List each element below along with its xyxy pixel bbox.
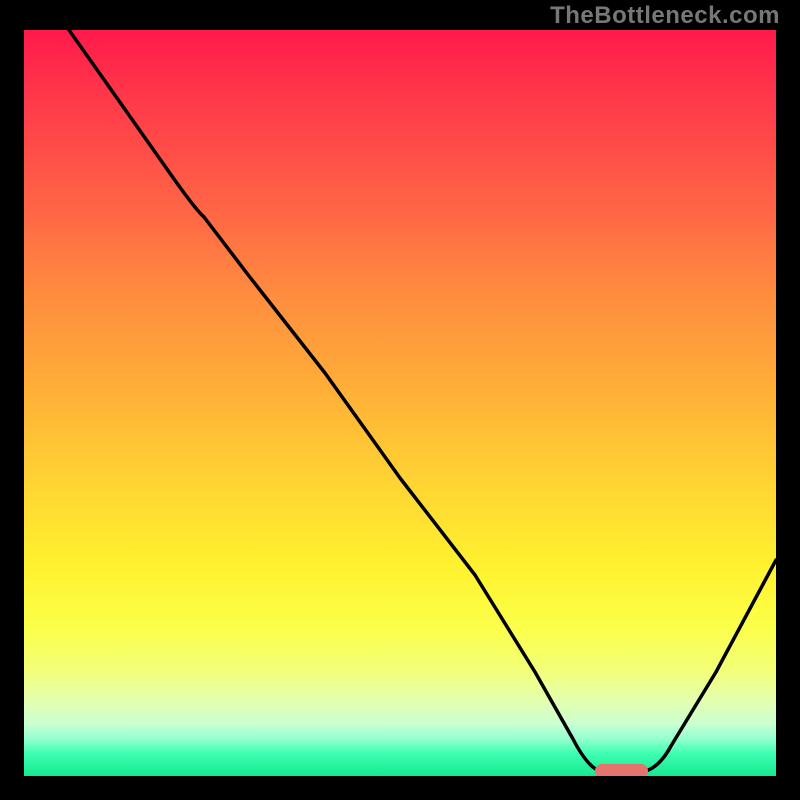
optimal-marker — [595, 764, 648, 778]
bottleneck-curve — [69, 30, 776, 772]
plot-frame — [20, 26, 780, 780]
chart-canvas: TheBottleneck.com — [0, 0, 800, 800]
curve-svg — [24, 30, 776, 776]
